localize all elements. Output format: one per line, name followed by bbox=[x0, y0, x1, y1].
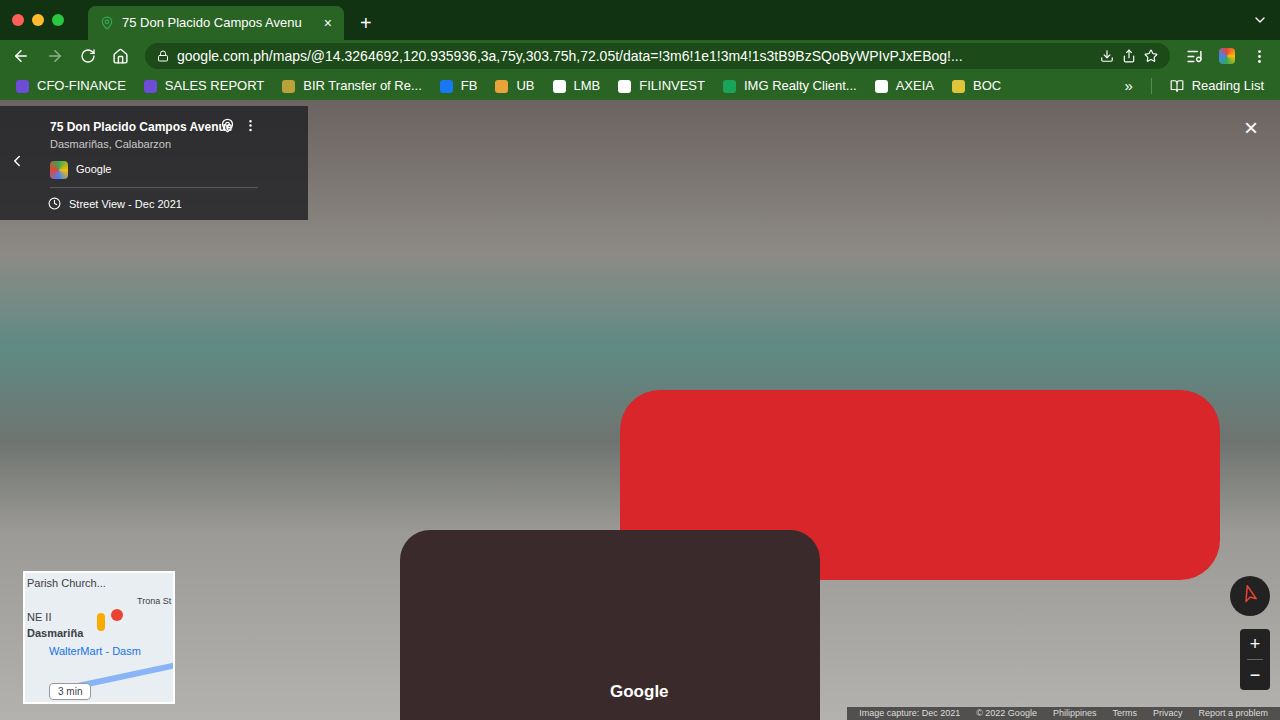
bookmark-icon bbox=[282, 80, 295, 93]
menu-icon[interactable] bbox=[1251, 48, 1268, 65]
zoom-out[interactable]: − bbox=[1250, 660, 1261, 690]
tab-title: 75 Don Placido Campos Avenu bbox=[122, 13, 316, 33]
lock-icon bbox=[157, 50, 169, 62]
browser-window: 75 Don Placido Campos Avenu × + google.com.… bbox=[0, 0, 1280, 720]
footer-link: Image capture: Dec 2021 bbox=[859, 707, 960, 720]
route-time: 3 min bbox=[49, 683, 91, 700]
toolbar: google.com.ph/maps/@14.3264692,120.93593… bbox=[0, 40, 1280, 72]
back-arrow-icon[interactable] bbox=[8, 152, 26, 170]
footer-link: Philippines bbox=[1053, 707, 1097, 720]
clock-icon bbox=[48, 197, 61, 210]
footer-bar: Image capture: Dec 2021 © 2022 Google Phil… bbox=[847, 707, 1280, 720]
tab-strip: 75 Don Placido Campos Avenu × + bbox=[0, 0, 1280, 40]
bookmark[interactable]: AXEIA bbox=[875, 76, 934, 96]
bookmark-icon bbox=[952, 80, 965, 93]
more-bookmarks[interactable]: » bbox=[1124, 75, 1132, 98]
back-icon[interactable] bbox=[12, 47, 30, 65]
reading-list-icon bbox=[1170, 79, 1184, 93]
url-text: google.com.ph/maps/@14.3264692,120.93593… bbox=[177, 46, 1092, 67]
footer-link[interactable]: Report a problem bbox=[1198, 707, 1268, 720]
date-selector[interactable]: Street View - Dec 2021 bbox=[48, 196, 258, 213]
footer-link[interactable]: Privacy bbox=[1153, 707, 1183, 720]
close-button[interactable]: × bbox=[1244, 116, 1258, 140]
bookmark-icon bbox=[618, 80, 631, 93]
maps-icon bbox=[100, 16, 114, 30]
tab-search-icon[interactable] bbox=[1252, 12, 1268, 28]
minimize-dot[interactable] bbox=[32, 14, 44, 26]
bookmark[interactable]: CFO-FINANCE bbox=[16, 76, 126, 96]
bookmark[interactable]: UB bbox=[495, 76, 534, 96]
media-icon[interactable] bbox=[1186, 48, 1203, 65]
bookmark-star-icon[interactable] bbox=[1144, 49, 1158, 63]
bookmark-icon bbox=[875, 80, 888, 93]
compass-icon bbox=[1238, 584, 1263, 609]
bookmark-icon bbox=[16, 80, 29, 93]
address-bar[interactable]: google.com.ph/maps/@14.3264692,120.93593… bbox=[145, 43, 1170, 69]
pin-icon[interactable] bbox=[220, 118, 235, 133]
profile-icon[interactable] bbox=[1219, 48, 1235, 64]
info-card: 75 Don Placido Campos AvenueDasmariñas, … bbox=[0, 106, 308, 220]
new-tab-button[interactable]: + bbox=[352, 6, 380, 40]
home-icon[interactable] bbox=[112, 48, 129, 65]
location-pin-icon bbox=[111, 609, 123, 621]
bookmark[interactable]: IMG Realty Client... bbox=[723, 76, 857, 96]
bookmark-icon bbox=[495, 80, 508, 93]
bookmarks-bar: CFO-FINANCE SALES REPORT BIR Transfer of R… bbox=[0, 72, 1280, 100]
share-icon[interactable] bbox=[1122, 49, 1136, 63]
install-icon[interactable] bbox=[1100, 49, 1114, 63]
footer-link[interactable]: Terms bbox=[1112, 707, 1137, 720]
footer-link: © 2022 Google bbox=[976, 707, 1037, 720]
bookmark[interactable]: BOC bbox=[952, 76, 1001, 96]
browser-tab[interactable]: 75 Don Placido Campos Avenu × bbox=[88, 6, 344, 40]
bookmark-icon bbox=[440, 80, 453, 93]
reading-list[interactable]: Reading List bbox=[1170, 76, 1264, 96]
place-subtitle: Dasmariñas, Calabarzon bbox=[50, 136, 212, 153]
bookmark[interactable]: SALES REPORT bbox=[144, 76, 264, 96]
pegman-icon bbox=[97, 613, 105, 631]
google-maps-icon bbox=[50, 161, 68, 179]
compass[interactable] bbox=[1230, 576, 1270, 616]
zoom-in[interactable]: + bbox=[1250, 629, 1261, 659]
window-controls bbox=[12, 0, 80, 40]
bookmark[interactable]: LMB bbox=[553, 76, 601, 96]
source-label: Google bbox=[76, 161, 111, 178]
more-icon[interactable] bbox=[243, 118, 258, 133]
bookmark[interactable]: BIR Transfer of Re... bbox=[282, 76, 422, 96]
street-view[interactable]: 75 Don Placido Campos AvenueDasmariñas, … bbox=[0, 100, 1280, 720]
reload-icon[interactable] bbox=[80, 48, 96, 64]
bookmark[interactable]: FB bbox=[440, 76, 478, 96]
bookmark-icon bbox=[723, 80, 736, 93]
bookmark[interactable]: FILINVEST bbox=[618, 76, 705, 96]
bookmark-icon bbox=[553, 80, 566, 93]
tab-close[interactable]: × bbox=[324, 13, 332, 34]
minimap[interactable]: Parish Church...NE IIDasmariñaWalterMart… bbox=[23, 571, 175, 704]
zoom-controls: +− bbox=[1240, 629, 1270, 690]
place-title: 75 Don Placido Campos Avenue bbox=[50, 118, 212, 136]
google-watermark: Google bbox=[610, 679, 669, 705]
bookmark-icon bbox=[144, 80, 157, 93]
close-dot[interactable] bbox=[12, 14, 24, 26]
zoom-dot[interactable] bbox=[52, 14, 64, 26]
forward-icon[interactable] bbox=[46, 47, 64, 65]
